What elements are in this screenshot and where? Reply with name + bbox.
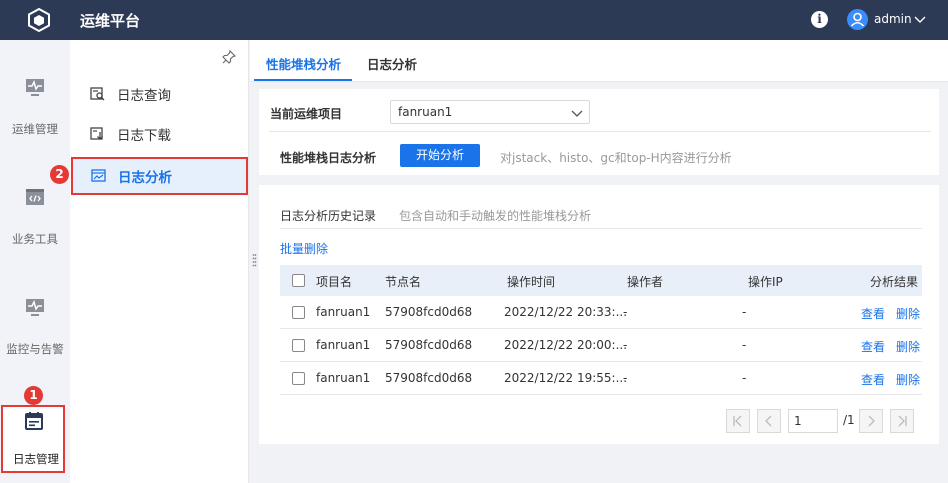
project-select-value: fanruan1	[398, 105, 453, 119]
page-number-input[interactable]: 1	[788, 409, 838, 433]
delete-link[interactable]: 删除	[896, 338, 920, 355]
log-search-icon	[90, 87, 105, 101]
start-analysis-button[interactable]: 开始分析	[400, 144, 480, 167]
cell-time: 2022/12/22 20:00:...	[504, 338, 628, 352]
rail-item-ops[interactable]: 运维管理	[0, 76, 70, 146]
column-header: 操作时间	[507, 275, 556, 289]
page-number-value: 1	[794, 414, 802, 428]
monitor-alert-icon	[26, 299, 44, 316]
analysis-panel: 当前运维项目 fanruan1 性能堆栈日志分析 开始分析 对jstack、hi…	[259, 89, 939, 175]
chevron-down-icon	[571, 110, 583, 117]
rail-label: 监控与告警	[6, 342, 64, 356]
app-title: 运维平台	[80, 12, 141, 30]
cell-node: 57908fcd0d68	[385, 338, 473, 352]
column-header: 项目名	[316, 275, 353, 289]
subnav-item-log-analysis[interactable]: 日志分析	[71, 157, 248, 195]
subnav-label: 日志查询	[117, 88, 171, 104]
splitter-handle-icon[interactable]	[252, 253, 257, 267]
cell-operator: -	[623, 305, 628, 319]
column-header: 节点名	[385, 275, 422, 289]
table-row: fanruan1 57908fcd0d68 2022/12/22 20:00:.…	[280, 329, 922, 362]
start-analysis-hint: 对jstack、histo、gc和top-H内容进行分析	[500, 151, 732, 165]
log-download-icon	[90, 127, 103, 140]
bulk-delete-link[interactable]: 批量删除	[280, 240, 328, 257]
rail-label: 运维管理	[12, 122, 58, 136]
rail-item-tools[interactable]: 业务工具	[0, 186, 70, 256]
stack-analysis-label: 性能堆栈日志分析	[280, 151, 377, 165]
chevron-left-icon	[765, 415, 772, 427]
cell-time: 2022/12/22 20:33:...	[504, 305, 628, 319]
table-row: fanruan1 57908fcd0d68 2022/12/22 20:33:.…	[280, 296, 922, 329]
divider	[280, 228, 922, 229]
log-calendar-icon	[25, 412, 43, 430]
top-header: 运维平台 i admin	[0, 0, 948, 40]
step-badge-2: 2	[50, 165, 69, 184]
table-header: 项目名 节点名 操作时间 操作者 操作IP 分析结果	[280, 265, 922, 296]
select-all-checkbox[interactable]	[292, 274, 305, 287]
column-header: 操作者	[627, 275, 664, 289]
code-window-icon	[26, 189, 44, 205]
rail-item-log-management[interactable]: 日志管理	[1, 405, 65, 473]
prev-page-button[interactable]	[757, 409, 781, 433]
cell-ip: -	[742, 338, 747, 352]
sub-sidebar: 日志查询 日志下载 日志分析	[70, 40, 249, 483]
user-icon	[850, 12, 865, 27]
view-link[interactable]: 查看	[861, 305, 885, 322]
first-page-icon	[733, 415, 742, 427]
row-checkbox[interactable]	[292, 339, 305, 352]
delete-link[interactable]: 删除	[896, 305, 920, 322]
chevron-down-icon[interactable]	[913, 12, 927, 26]
chevron-right-icon	[868, 415, 875, 427]
subnav-item-log-query[interactable]: 日志查询	[70, 75, 249, 111]
column-header: 分析结果	[870, 275, 919, 289]
step-badge-1: 1	[24, 386, 43, 405]
last-page-button[interactable]	[890, 409, 914, 433]
info-icon[interactable]: i	[811, 11, 828, 28]
cell-node: 57908fcd0d68	[385, 371, 473, 385]
log-chart-icon	[91, 169, 106, 182]
rail-item-monitor[interactable]: 监控与告警	[0, 296, 70, 366]
cell-ip: -	[742, 305, 747, 319]
subnav-label: 日志下载	[117, 128, 171, 144]
history-subtitle: 包含自动和手动触发的性能堆栈分析	[399, 209, 592, 223]
username[interactable]: admin	[874, 12, 912, 26]
cell-project: fanruan1	[316, 338, 371, 352]
project-select[interactable]: fanruan1	[390, 100, 590, 124]
cell-project: fanruan1	[316, 305, 371, 319]
divider	[269, 131, 931, 132]
logo-cube-icon	[28, 7, 50, 33]
delete-link[interactable]: 删除	[896, 371, 920, 388]
page-total: /1	[843, 413, 855, 427]
cell-ip: -	[742, 371, 747, 385]
rail-label: 日志管理	[13, 452, 59, 466]
history-panel: 日志分析历史记录 包含自动和手动触发的性能堆栈分析 批量删除 项目名 节点名 操…	[259, 185, 939, 444]
tab-bar: 性能堆栈分析 日志分析	[250, 40, 948, 82]
cell-node: 57908fcd0d68	[385, 305, 473, 319]
subnav-item-log-download[interactable]: 日志下载	[70, 115, 249, 151]
project-label: 当前运维项目	[270, 107, 343, 121]
column-header: 操作IP	[748, 275, 783, 289]
tab-performance-stack[interactable]: 性能堆栈分析	[266, 54, 341, 73]
table-row: fanruan1 57908fcd0d68 2022/12/22 19:55:.…	[280, 362, 922, 395]
view-link[interactable]: 查看	[861, 371, 885, 388]
subnav-label: 日志分析	[118, 170, 172, 186]
tab-log-analysis[interactable]: 日志分析	[367, 54, 417, 73]
cell-operator: -	[623, 371, 628, 385]
cell-time: 2022/12/22 19:55:...	[504, 371, 628, 385]
cell-project: fanruan1	[316, 371, 371, 385]
pin-icon[interactable]	[222, 50, 236, 64]
row-checkbox[interactable]	[292, 372, 305, 385]
monitor-pulse-icon	[26, 79, 44, 96]
active-tab-indicator	[254, 79, 352, 81]
row-checkbox[interactable]	[292, 306, 305, 319]
next-page-button[interactable]	[859, 409, 883, 433]
cell-operator: -	[623, 338, 628, 352]
primary-rail: 运维管理 业务工具 监控与告警 日志管理	[0, 40, 70, 483]
last-page-icon	[898, 415, 907, 427]
rail-label: 业务工具	[12, 232, 58, 246]
user-avatar[interactable]	[847, 9, 868, 30]
first-page-button[interactable]	[726, 409, 750, 433]
history-title: 日志分析历史记录	[280, 209, 377, 223]
view-link[interactable]: 查看	[861, 338, 885, 355]
